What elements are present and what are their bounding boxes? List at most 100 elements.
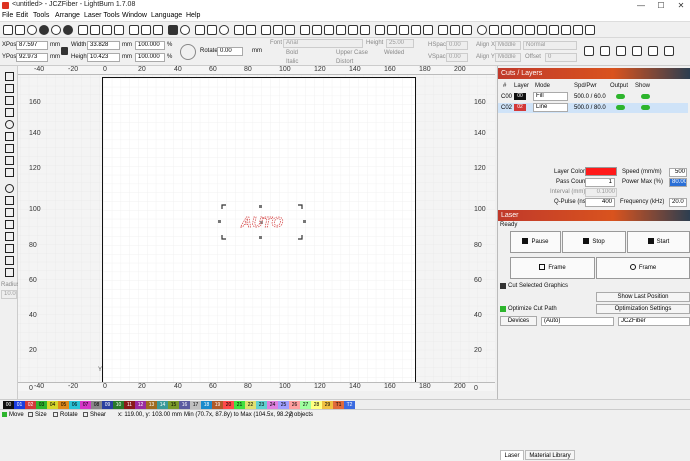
output-toggle[interactable] [616, 94, 625, 99]
align-top-icon[interactable] [324, 25, 334, 35]
distort-label[interactable]: Distort [336, 59, 353, 65]
bold-label[interactable]: Bold [286, 50, 298, 56]
offset-icon[interactable] [525, 25, 535, 35]
aligny-select[interactable]: Middle [495, 53, 521, 62]
boolean-subtract-icon[interactable] [273, 25, 283, 35]
scale-width-field[interactable]: 100.000 [135, 41, 165, 50]
mirror-h-icon[interactable] [450, 25, 460, 35]
copy-icon[interactable] [90, 25, 100, 35]
measure-icon[interactable] [561, 25, 571, 35]
shear-radio[interactable] [83, 412, 88, 417]
palette-swatch[interactable]: 15 [168, 401, 179, 409]
cut-icon[interactable] [78, 25, 88, 35]
ellipse-icon[interactable] [5, 120, 14, 129]
status-rotate[interactable]: Rotate [60, 412, 78, 418]
status-shear[interactable]: Shear [90, 412, 106, 418]
interval-field[interactable]: 0.1000 [585, 188, 617, 197]
font-select[interactable]: Arial [283, 39, 363, 48]
align-icon[interactable] [632, 46, 642, 56]
grid-icon[interactable] [5, 256, 14, 265]
redo-icon[interactable] [63, 25, 73, 35]
device-select[interactable]: JCZFiber [618, 317, 690, 326]
speed-field[interactable]: 500 [669, 168, 687, 177]
move-together-icon[interactable] [399, 25, 409, 35]
text-mode-select[interactable]: Normal [523, 41, 577, 50]
rotary-icon[interactable] [5, 268, 14, 277]
boolean-union-icon[interactable] [261, 25, 271, 35]
flip-h-icon[interactable] [600, 46, 610, 56]
text-object[interactable]: AUTO [240, 214, 284, 232]
freq-field[interactable]: 20.0 [669, 198, 687, 207]
frame-button[interactable]: Frame [510, 257, 595, 279]
layer-mode-select[interactable]: Line [533, 103, 568, 112]
powermax-field[interactable]: 80.00 [669, 178, 687, 187]
anchor-grid-icon[interactable] [180, 44, 196, 60]
start-button[interactable]: Start [627, 231, 690, 253]
align-vcenter-icon[interactable] [360, 25, 370, 35]
export-icon[interactable] [39, 25, 49, 35]
menu-window[interactable]: Window [122, 12, 147, 19]
dock-icon[interactable] [438, 25, 448, 35]
maximize-button[interactable]: ☐ [654, 0, 668, 11]
zoom-in-icon[interactable] [129, 25, 139, 35]
stop-button[interactable]: Stop [562, 231, 626, 253]
palette-swatch[interactable]: 18 [201, 401, 212, 409]
target-icon[interactable] [219, 25, 229, 35]
output-toggle[interactable] [616, 105, 625, 110]
handle-left[interactable] [218, 220, 221, 223]
camera-icon[interactable] [195, 25, 205, 35]
vspace-field[interactable]: 0.00 [446, 53, 468, 62]
text-icon[interactable] [5, 156, 14, 165]
palette-swatch[interactable]: 25 [278, 401, 289, 409]
palette-swatch[interactable]: 11 [124, 401, 135, 409]
offset-field[interactable]: 0 [545, 53, 577, 62]
palette-swatch[interactable]: 09 [102, 401, 113, 409]
palette-swatch[interactable]: 14 [157, 401, 168, 409]
pause-button[interactable]: Pause [510, 231, 561, 253]
undo-icon[interactable] [51, 25, 61, 35]
palette-swatch[interactable]: 28 [311, 401, 322, 409]
show-toggle[interactable] [641, 94, 650, 99]
layer-row[interactable]: C02 02 Line 500.0 / 80.0 [498, 103, 688, 113]
circle-icon[interactable] [5, 184, 14, 193]
rotate-field[interactable]: 0.00 [217, 47, 243, 56]
rotate-radio[interactable] [53, 412, 58, 417]
rotate-icon[interactable] [477, 25, 487, 35]
palette-swatch[interactable]: 27 [300, 401, 311, 409]
layer-color-swatch[interactable] [585, 167, 617, 176]
zoom-out-icon[interactable] [141, 25, 151, 35]
lock-layer-icon[interactable] [664, 46, 674, 56]
selection[interactable]: AUTO [216, 203, 308, 243]
close-button[interactable]: ✕ [674, 0, 688, 11]
group-icon[interactable] [234, 25, 244, 35]
welded-label[interactable]: Welded [384, 50, 404, 56]
save-icon[interactable] [15, 25, 25, 35]
edit-nodes-icon[interactable] [5, 84, 14, 93]
palette-swatch[interactable]: 04 [47, 401, 58, 409]
width-field[interactable]: 33.828 [87, 41, 120, 50]
palette-swatch[interactable]: 22 [245, 401, 256, 409]
same-height-icon[interactable] [423, 25, 433, 35]
paste-icon[interactable] [102, 25, 112, 35]
palette-swatch[interactable]: 12 [135, 401, 146, 409]
same-width-icon[interactable] [411, 25, 421, 35]
tab-material-library[interactable]: Material Library [525, 450, 575, 460]
tab-laser[interactable]: Laser [500, 450, 524, 460]
palette-swatch[interactable]: T2 [344, 401, 355, 409]
node-edit-icon[interactable] [549, 25, 559, 35]
ungroup-icon[interactable] [246, 25, 256, 35]
xpos-field[interactable]: 87.597 [16, 41, 48, 50]
align-left-icon[interactable] [300, 25, 310, 35]
trace-icon[interactable] [207, 25, 217, 35]
radius-field[interactable]: 10.0 [1, 290, 17, 299]
move-radio[interactable] [2, 412, 7, 417]
palette-swatch[interactable]: 19 [212, 401, 223, 409]
close-path-icon[interactable] [5, 220, 14, 229]
menu-help[interactable]: Help [186, 12, 200, 19]
show-toggle[interactable] [641, 105, 650, 110]
handle-top[interactable] [259, 205, 262, 208]
pass-field[interactable]: 1 [585, 178, 615, 187]
text-height-field[interactable]: 25.00 [386, 39, 414, 48]
handle-right[interactable] [303, 220, 306, 223]
hspace-field[interactable]: 0.00 [446, 41, 468, 50]
